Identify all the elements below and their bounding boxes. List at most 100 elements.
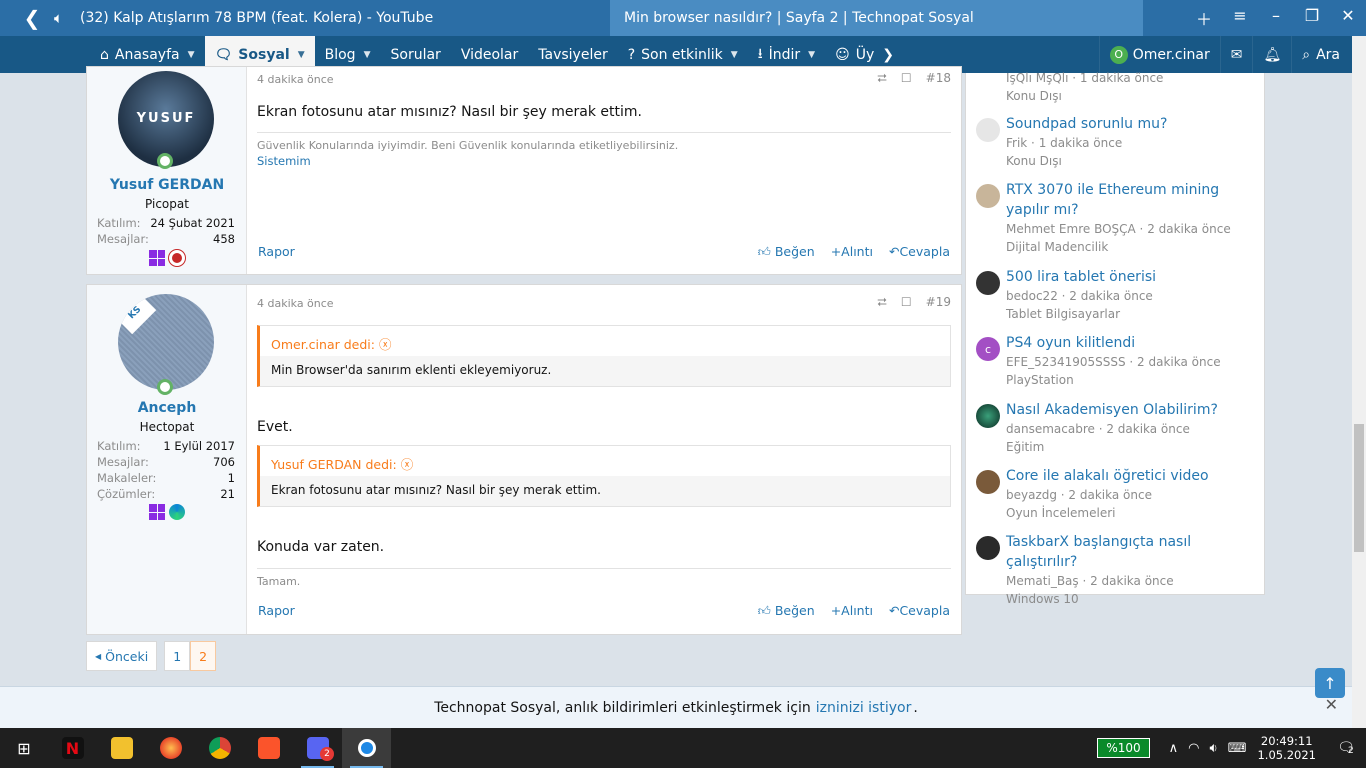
- restore-icon[interactable]: ❐: [1294, 6, 1330, 30]
- scrollbar-thumb[interactable]: [1354, 424, 1364, 552]
- thread-title[interactable]: PS4 oyun kilitlendi: [1006, 333, 1261, 353]
- avatar[interactable]: [976, 536, 1000, 560]
- avatar[interactable]: [976, 118, 1000, 142]
- speaker-icon[interactable]: 🔈︎: [54, 9, 80, 27]
- share-icon[interactable]: ⮂: [877, 71, 887, 86]
- report-link[interactable]: Rapor: [258, 603, 295, 618]
- page-1-button[interactable]: 1: [164, 641, 191, 671]
- quote-author[interactable]: Omer.cinar dedi: ⓧ: [260, 326, 950, 356]
- chevron-down-icon[interactable]: ▼: [298, 50, 305, 60]
- minimize-icon[interactable]: –: [1258, 6, 1294, 30]
- thread-item[interactable]: 500 lira tablet önerisi bedoc22 · 2 daki…: [976, 267, 1261, 323]
- signature-link[interactable]: Sistemim: [257, 154, 951, 168]
- thread-item[interactable]: Core ile alakalı öğretici video beyazdg …: [976, 466, 1261, 522]
- scroll-to-top-button[interactable]: ↑: [1315, 668, 1345, 698]
- new-tab-icon[interactable]: ＋: [1186, 6, 1222, 30]
- report-link[interactable]: Rapor: [258, 244, 295, 259]
- quote-button[interactable]: +Alıntı: [831, 244, 873, 260]
- thread-forum[interactable]: Dijital Madencilik: [1006, 238, 1261, 256]
- thread-title[interactable]: RTX 3070 ile Ethereum mining yapılır mı?: [1006, 180, 1261, 220]
- chevron-down-icon[interactable]: ▼: [808, 50, 815, 60]
- avatar[interactable]: [976, 404, 1000, 428]
- like-button[interactable]: 👍︎ Beğen: [758, 244, 815, 260]
- thread-item[interactable]: c PS4 oyun kilitlendi EFE_52341905SSSS ·…: [976, 333, 1261, 389]
- chevron-up-icon[interactable]: ∧: [1169, 741, 1179, 756]
- thread-item[interactable]: IşQlı MşQlı · 1 dakika önce Konu Dışı: [976, 69, 1261, 105]
- browser-tab-technopat[interactable]: Min browser nasıldır? | Sayfa 2 | Techno…: [610, 0, 1143, 36]
- share-icon[interactable]: ⮂: [877, 295, 887, 310]
- firefox-icon: [159, 737, 182, 759]
- taskbar-min-browser[interactable]: [342, 728, 391, 768]
- thread-forum[interactable]: Eğitim: [1006, 438, 1261, 456]
- post-date[interactable]: 4 dakika önce: [257, 297, 334, 310]
- close-window-icon[interactable]: ✕: [1330, 6, 1366, 30]
- nav-search[interactable]: ⌕ Ara: [1291, 36, 1352, 73]
- quote-author[interactable]: Yusuf GERDAN dedi: ⓧ: [260, 446, 950, 476]
- arrow-up-circle-icon[interactable]: ⓧ: [379, 337, 392, 352]
- back-icon[interactable]: ❮: [10, 6, 54, 30]
- thread-item[interactable]: TaskbarX başlangıçta nasıl çalıştırılır?…: [976, 532, 1261, 608]
- thread-title[interactable]: Core ile alakalı öğretici video: [1006, 466, 1261, 486]
- reply-button[interactable]: ↶Cevapla: [889, 603, 950, 619]
- action-center-icon[interactable]: 🗨︎ 2: [1326, 740, 1366, 756]
- post-number[interactable]: #18: [926, 71, 951, 86]
- thread-title[interactable]: Nasıl Akademisyen Olabilirim?: [1006, 400, 1261, 420]
- chevron-down-icon[interactable]: ▼: [731, 50, 738, 60]
- thread-forum[interactable]: Konu Dışı: [1006, 152, 1261, 170]
- browser-tab-youtube[interactable]: 🔈︎ (32) Kalp Atışlarım 78 BPM (feat. Kol…: [54, 0, 610, 36]
- clock[interactable]: 20:49:11 1.05.2021: [1257, 734, 1316, 762]
- post-date[interactable]: 4 dakika önce: [257, 73, 334, 86]
- taskbar-file-explorer[interactable]: [97, 728, 146, 768]
- page-scrollbar[interactable]: [1352, 36, 1366, 728]
- wifi-icon[interactable]: ◠: [1188, 741, 1199, 756]
- bookmark-icon[interactable]: ☐: [901, 71, 912, 86]
- latest-threads-sidebar: IşQlı MşQlı · 1 dakika önce Konu Dışı So…: [965, 71, 1265, 606]
- battery-indicator[interactable]: %100: [1097, 738, 1150, 758]
- user-stat-joined: Katılım: 24 Şubat 2021: [97, 216, 235, 230]
- windows-start-icon[interactable]: ⊞: [0, 739, 48, 758]
- thread-forum[interactable]: Windows 10: [1006, 590, 1261, 608]
- avatar[interactable]: c: [976, 337, 1000, 361]
- thread-title[interactable]: 500 lira tablet önerisi: [1006, 267, 1261, 287]
- thread-item[interactable]: Soundpad sorunlu mu? Frik · 1 dakika önc…: [976, 114, 1261, 170]
- taskbar-chrome[interactable]: [195, 728, 244, 768]
- taskbar-brave[interactable]: [244, 728, 293, 768]
- post-19: KS Anceph Hectopat Katılım: 1 Eylül 2017 …: [86, 284, 962, 635]
- avatar[interactable]: [976, 470, 1000, 494]
- username[interactable]: Yusuf GERDAN: [87, 177, 247, 193]
- nav-alerts[interactable]: 🔔︎: [1252, 36, 1291, 73]
- keyboard-icon[interactable]: ⌨: [1228, 741, 1247, 756]
- arrow-up-circle-icon[interactable]: ⓧ: [401, 457, 414, 472]
- bookmark-icon[interactable]: ☐: [901, 295, 912, 310]
- taskbar-discord[interactable]: 2: [293, 728, 342, 768]
- chevron-down-icon[interactable]: ▼: [364, 50, 371, 60]
- thread-forum[interactable]: PlayStation: [1006, 371, 1261, 389]
- nav-inbox[interactable]: ✉: [1219, 36, 1253, 73]
- post-number[interactable]: #19: [926, 295, 951, 310]
- avatar[interactable]: [976, 184, 1000, 208]
- taskbar-netflix[interactable]: N: [48, 728, 97, 768]
- like-button[interactable]: 👍︎ Beğen: [758, 603, 815, 619]
- thread-item[interactable]: RTX 3070 ile Ethereum mining yapılır mı?…: [976, 180, 1261, 256]
- thread-forum[interactable]: Tablet Bilgisayarlar: [1006, 305, 1261, 323]
- arrow-up-icon: ↑: [1323, 673, 1337, 693]
- quote-button[interactable]: +Alıntı: [831, 603, 873, 619]
- prev-page-button[interactable]: ◀ Önceki: [86, 641, 158, 671]
- avatar[interactable]: KS: [118, 294, 214, 390]
- thread-forum[interactable]: Konu Dışı: [1006, 87, 1261, 105]
- allow-notifications-link[interactable]: izninizi istiyor: [816, 700, 912, 716]
- nav-account[interactable]: O Omer.cinar: [1098, 36, 1220, 73]
- avatar[interactable]: [976, 271, 1000, 295]
- thread-title[interactable]: TaskbarX başlangıçta nasıl çalıştırılır?: [1006, 532, 1261, 572]
- thread-title[interactable]: Soundpad sorunlu mu?: [1006, 114, 1261, 134]
- taskbar-firefox[interactable]: [146, 728, 195, 768]
- volume-icon[interactable]: 🔉︎: [1210, 741, 1218, 756]
- reply-button[interactable]: ↶Cevapla: [889, 244, 950, 260]
- thread-item[interactable]: Nasıl Akademisyen Olabilirim? dansemacab…: [976, 400, 1261, 456]
- thread-forum[interactable]: Oyun İncelemeleri: [1006, 504, 1261, 522]
- username[interactable]: Anceph: [87, 400, 247, 416]
- tab-title: Min browser nasıldır? | Sayfa 2 | Techno…: [624, 10, 974, 26]
- chevron-down-icon[interactable]: ▼: [188, 50, 195, 60]
- menu-icon[interactable]: ≡: [1222, 6, 1258, 30]
- page-2-button[interactable]: 2: [190, 641, 217, 671]
